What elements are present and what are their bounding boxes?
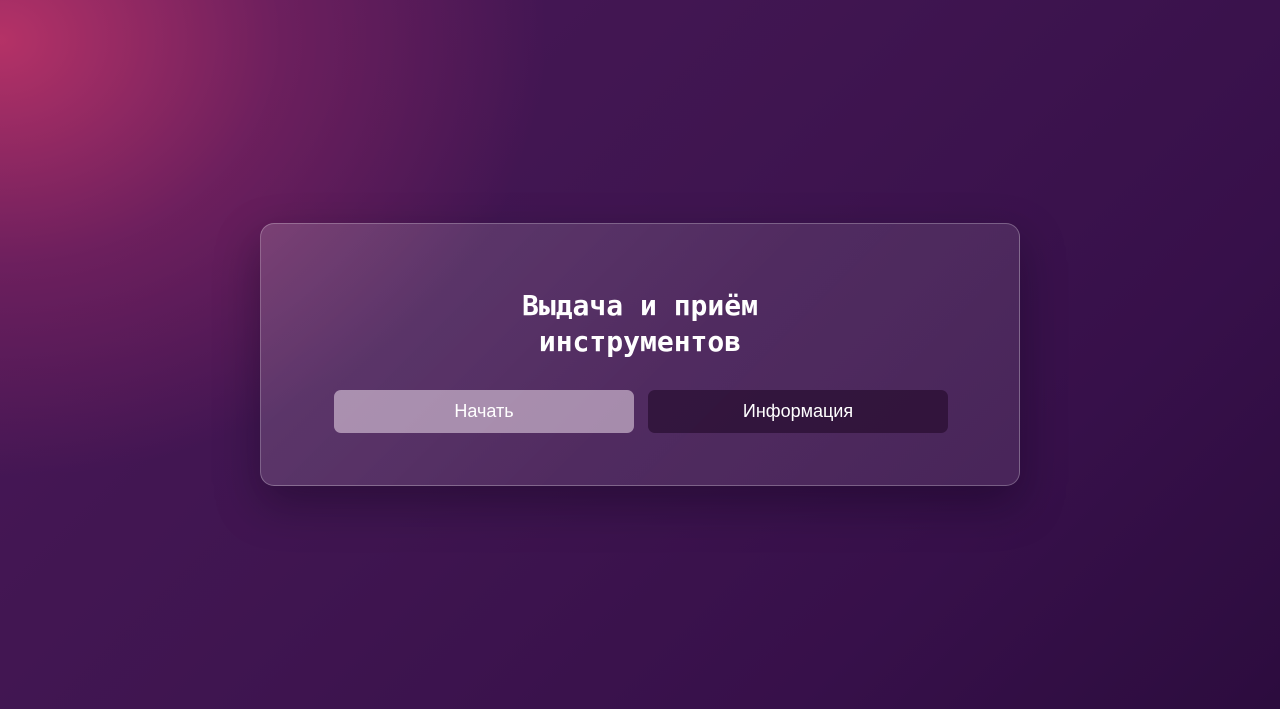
main-card: Выдача и приём инструментов Начать Инфор… (260, 223, 1020, 486)
info-button[interactable]: Информация (648, 390, 948, 433)
page-title: Выдача и приём инструментов (521, 289, 758, 358)
start-button[interactable]: Начать (334, 390, 634, 433)
